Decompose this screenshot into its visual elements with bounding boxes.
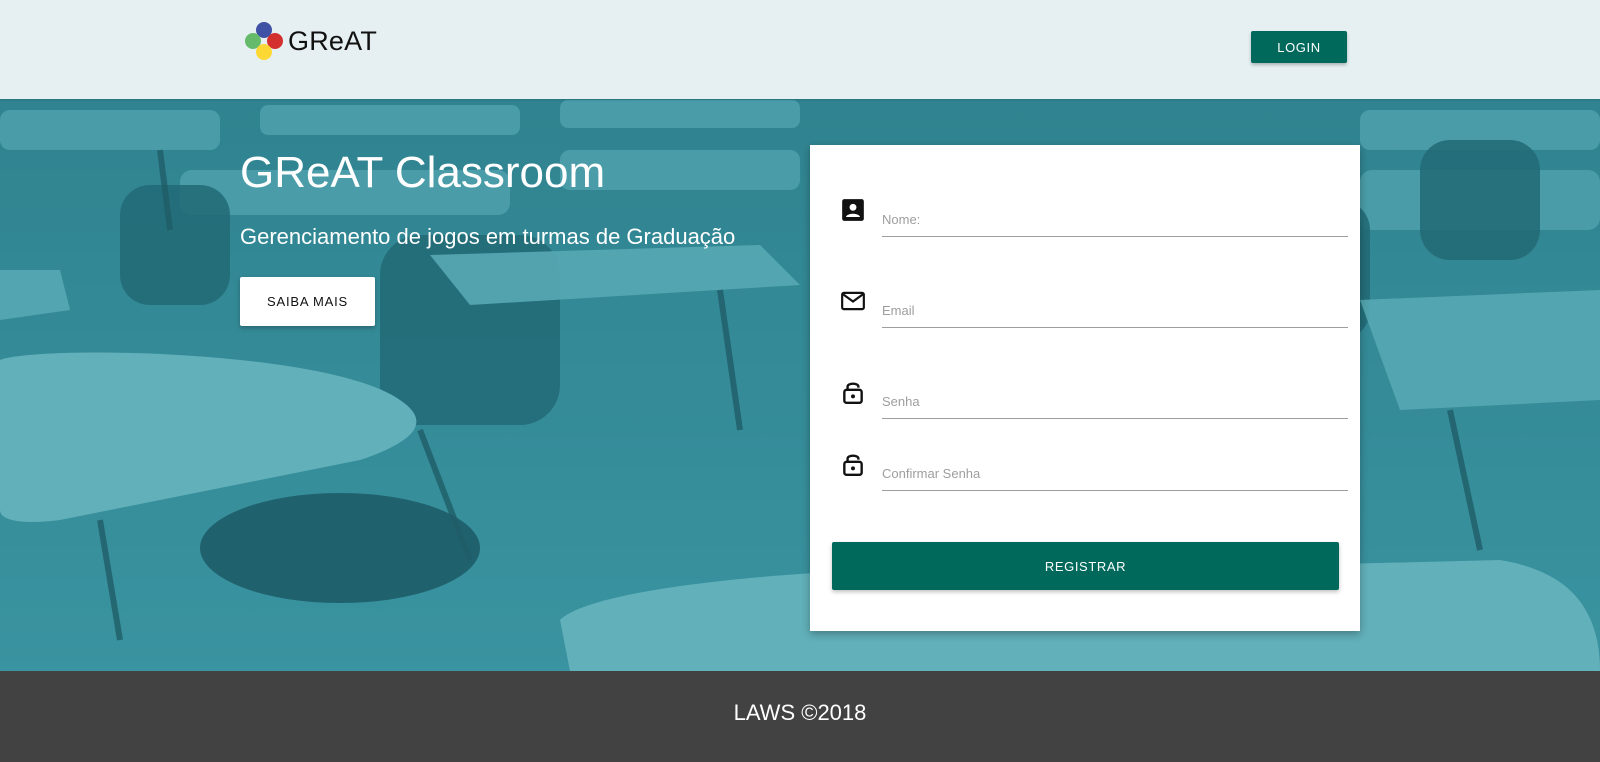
top-navbar: GReAT LOGIN	[0, 0, 1600, 99]
hero-section: GReAT Classroom Gerenciamento de jogos e…	[0, 0, 1600, 671]
classroom-background-image	[0, 0, 1600, 671]
register-card: REGISTRAR	[810, 145, 1360, 631]
hero-subtitle: Gerenciamento de jogos em turmas de Grad…	[240, 224, 736, 249]
lock-icon	[843, 454, 863, 477]
login-button[interactable]: LOGIN	[1251, 31, 1347, 63]
saiba-mais-button[interactable]: SAIBA MAIS	[240, 277, 375, 326]
brand[interactable]: GReAT	[242, 20, 377, 62]
hero-title: GReAT Classroom	[240, 148, 606, 197]
confirm-password-input[interactable]	[882, 457, 1348, 491]
password-input[interactable]	[882, 385, 1348, 419]
contact-card-icon	[842, 199, 864, 221]
password-field-row	[830, 379, 1348, 429]
email-input[interactable]	[882, 294, 1348, 328]
mail-icon	[841, 291, 865, 311]
brand-name: GReAT	[288, 25, 378, 56]
logo-icon	[245, 22, 283, 60]
footer: LAWS ©2018	[0, 671, 1600, 762]
name-field-row	[830, 197, 1348, 247]
email-field-row	[830, 288, 1348, 338]
name-input[interactable]	[882, 203, 1348, 237]
lock-icon	[843, 382, 863, 405]
footer-copyright: LAWS ©2018	[733, 699, 867, 725]
confirm-password-field-row	[830, 451, 1348, 501]
register-button[interactable]: REGISTRAR	[832, 542, 1339, 590]
